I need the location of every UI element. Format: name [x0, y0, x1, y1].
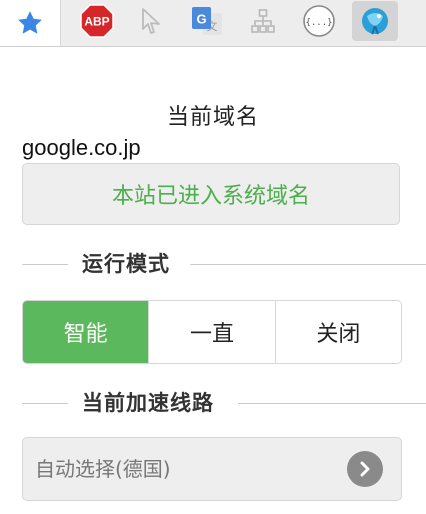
proxy-extension-button[interactable]	[352, 1, 398, 41]
svg-text:{...}: {...}	[305, 18, 332, 28]
adblock-plus-icon: ABP	[80, 4, 114, 38]
cursor-extension-button[interactable]	[128, 0, 174, 42]
route-selector[interactable]: 自动选择(德国)	[22, 437, 402, 501]
json-braces-icon: {...}	[303, 5, 335, 37]
cursor-arrow-icon	[142, 8, 160, 34]
star-icon	[18, 11, 42, 34]
mode-section-label: 运行模式	[82, 252, 170, 276]
chevron-right-icon[interactable]	[347, 451, 383, 487]
route-selector-value: 自动选择(德国)	[35, 457, 171, 481]
mode-off-button[interactable]: 关闭	[274, 301, 401, 363]
extension-popup: 当前域名 google.co.jp 本站已进入系统域名 运行模式 智能 一直 关…	[0, 47, 426, 514]
route-section-label: 当前加速线路	[82, 391, 214, 415]
google-translate-icon: 文 G	[192, 7, 222, 35]
mode-section-header: 运行模式	[0, 249, 426, 279]
mode-always-button[interactable]: 一直	[148, 301, 274, 363]
json-viewer-button[interactable]: {...}	[296, 0, 342, 42]
domain-status-text: 本站已进入系统域名	[111, 184, 310, 209]
adblock-plus-button[interactable]: ABP	[74, 0, 120, 42]
mode-segmented-control: 智能 一直 关闭	[22, 300, 402, 364]
mode-smart-button[interactable]: 智能	[23, 301, 149, 363]
popup-title: 当前域名	[166, 105, 259, 130]
domain-status-box: 本站已进入系统域名	[22, 163, 400, 225]
google-translate-button[interactable]: 文 G	[184, 0, 230, 42]
route-section-header: 当前加速线路	[0, 388, 426, 418]
divider	[22, 264, 68, 265]
svg-text:G: G	[196, 12, 206, 27]
bookmark-star-button[interactable]	[0, 0, 61, 46]
svg-text:ABP: ABP	[84, 15, 109, 29]
divider	[22, 403, 68, 404]
divider	[238, 403, 426, 404]
current-domain: google.co.jp	[22, 135, 141, 160]
divider	[190, 264, 426, 265]
sitemap-button[interactable]	[240, 0, 286, 42]
browser-toolbar: ABP 文 G {...}	[0, 0, 426, 47]
sitemap-icon	[251, 9, 275, 33]
proxy-extension-icon	[362, 8, 388, 35]
